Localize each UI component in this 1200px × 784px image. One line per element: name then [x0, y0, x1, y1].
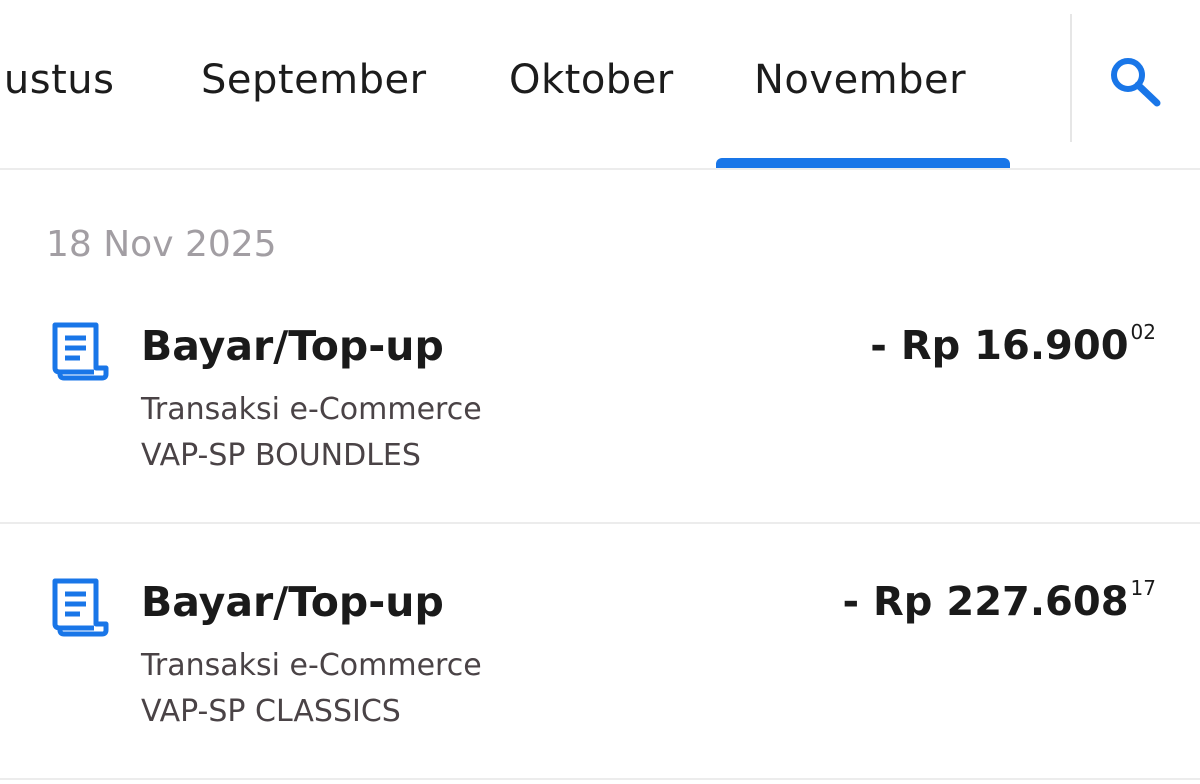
tab-oktober[interactable]: Oktober: [509, 52, 674, 108]
list-divider: [0, 778, 1200, 780]
date-group-header: 18 Nov 2025: [46, 224, 277, 265]
amount-cents: 02: [1130, 320, 1156, 344]
transaction-amount: - Rp 16.900 02: [870, 318, 1156, 374]
transaction-item[interactable]: Bayar/Top-up Transaksi e-Commerce VAP-SP…: [0, 268, 1200, 524]
search-button[interactable]: [1104, 52, 1164, 108]
transaction-item[interactable]: Bayar/Top-up Transaksi e-Commerce VAP-SP…: [0, 524, 1200, 780]
transaction-category: Transaksi e-Commerce: [141, 392, 482, 427]
receipt-icon: [52, 578, 109, 637]
tab-agustus[interactable]: gustus: [0, 52, 114, 108]
active-tab-indicator: [716, 158, 1010, 168]
search-icon: [1111, 58, 1161, 107]
amount-cents: 17: [1130, 576, 1156, 600]
transaction-amount: - Rp 227.608 17: [842, 574, 1156, 630]
transaction-category: Transaksi e-Commerce: [141, 648, 482, 683]
month-tab-bar: gustus September Oktober November: [0, 0, 1200, 170]
tab-bar-divider: [1070, 14, 1072, 142]
transaction-history-screen: gustus September Oktober November 18 Nov…: [0, 0, 1200, 784]
transaction-title: Bayar/Top-up: [141, 578, 444, 626]
tab-september[interactable]: September: [201, 52, 427, 108]
receipt-icon: [52, 322, 109, 381]
transaction-merchant: VAP-SP BOUNDLES: [141, 438, 421, 473]
amount-main: - Rp 227.608: [842, 579, 1129, 625]
tab-november[interactable]: November: [754, 52, 966, 108]
transaction-merchant: VAP-SP CLASSICS: [141, 694, 401, 729]
transaction-title: Bayar/Top-up: [141, 322, 444, 370]
amount-main: - Rp 16.900: [870, 323, 1129, 369]
